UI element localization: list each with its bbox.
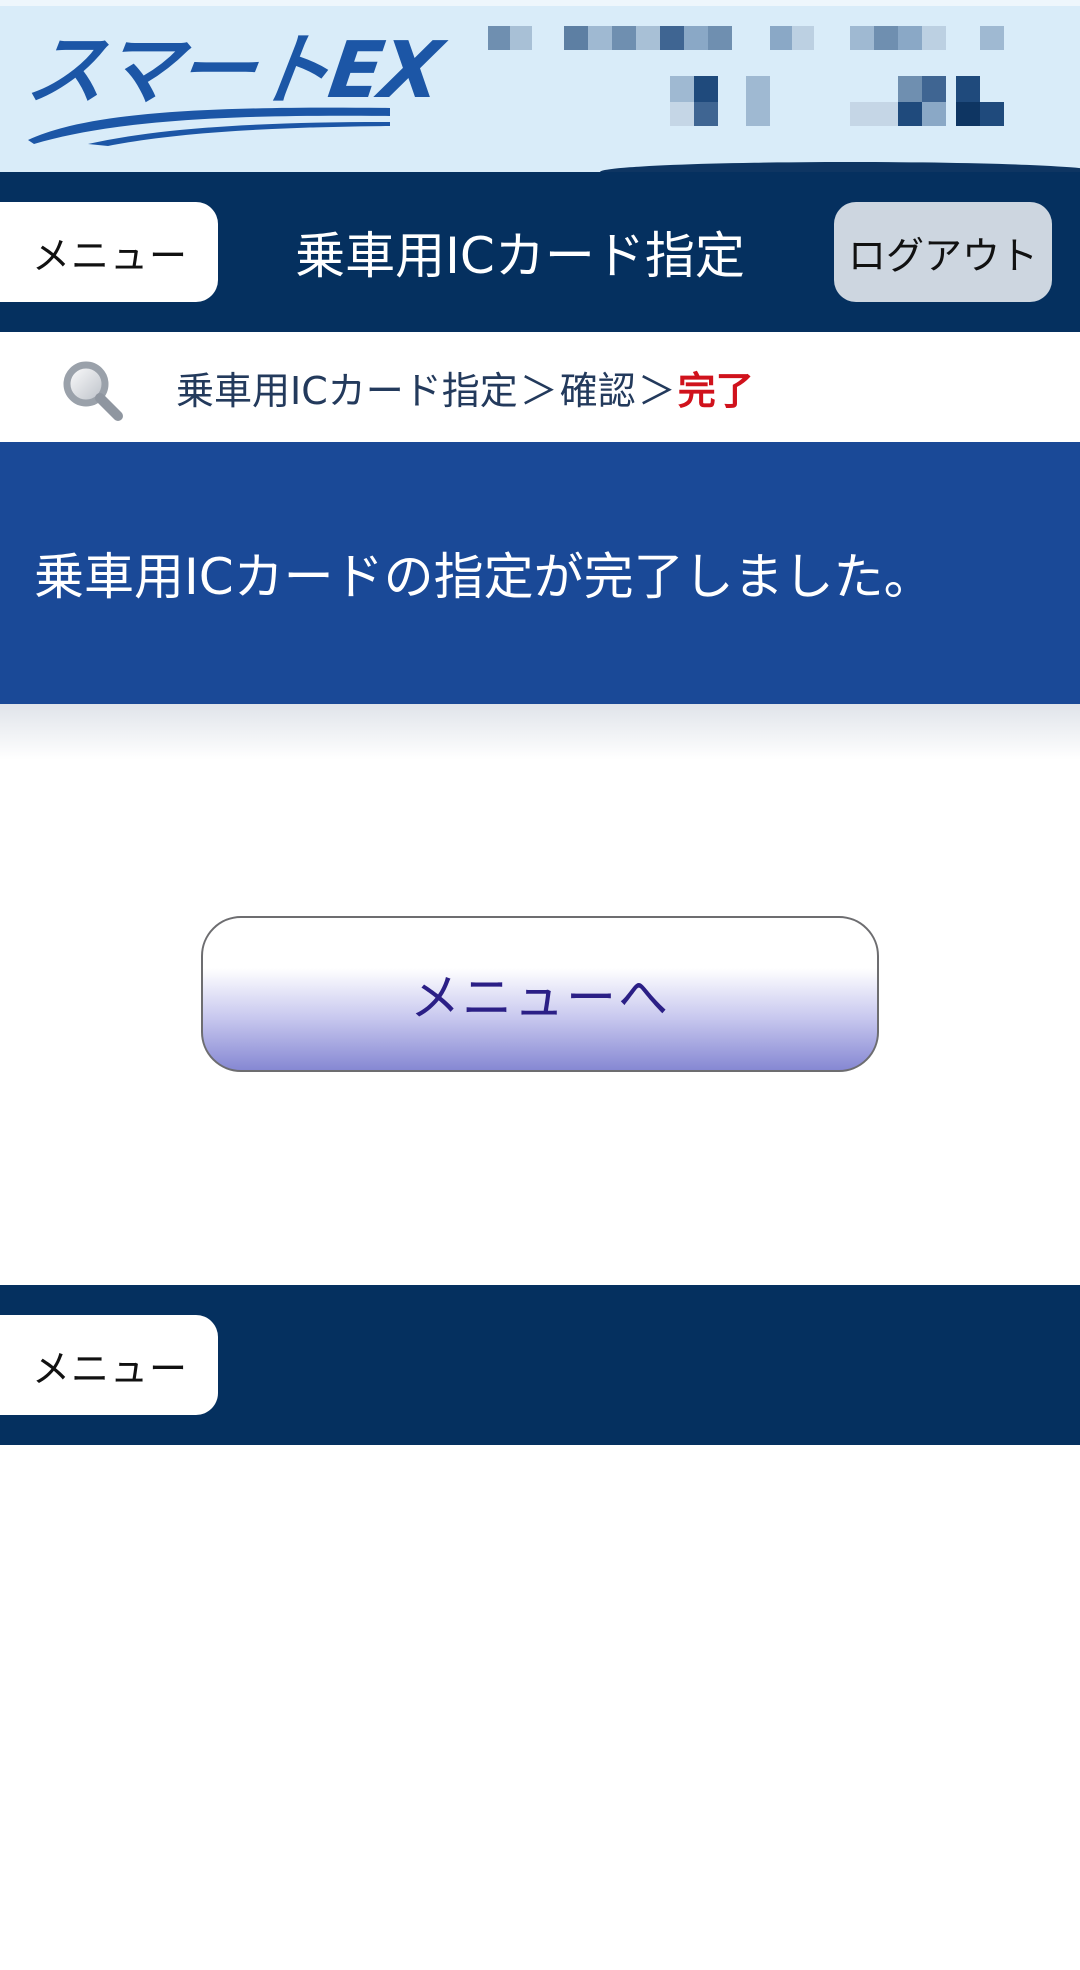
smart-ex-logo: スマートEX bbox=[22, 26, 445, 146]
panel-shadow bbox=[0, 704, 1080, 760]
footer-menu-button[interactable]: メニュー bbox=[0, 1315, 218, 1415]
header-bar: メニュー 乗車用ICカード指定 ログアウト bbox=[0, 172, 1080, 332]
pixelated-account-info bbox=[480, 20, 1020, 132]
completion-message-panel: 乗車用ICカードの指定が完了しました。 bbox=[0, 442, 1080, 704]
breadcrumb: 乗車用ICカード指定 ＞ 確認 ＞ 完了 bbox=[0, 332, 1080, 442]
breadcrumb-separator: ＞ bbox=[519, 368, 558, 413]
completion-message: 乗車用ICカードの指定が完了しました。 bbox=[34, 548, 934, 606]
breadcrumb-step-confirm: 確認 bbox=[559, 368, 636, 413]
breadcrumb-step-complete: 完了 bbox=[677, 368, 754, 413]
banner-swoosh bbox=[600, 162, 1080, 172]
breadcrumb-separator: ＞ bbox=[637, 368, 676, 413]
menu-button[interactable]: メニュー bbox=[0, 202, 218, 302]
breadcrumb-trail: 乗車用ICカード指定 ＞ 確認 ＞ 完了 bbox=[176, 332, 754, 442]
page-title: 乗車用ICカード指定 bbox=[295, 227, 745, 285]
search-icon bbox=[63, 361, 123, 421]
to-menu-button[interactable]: メニューへ bbox=[201, 916, 879, 1072]
logo-swoosh-icon bbox=[28, 107, 390, 146]
logout-button[interactable]: ログアウト bbox=[834, 202, 1052, 302]
banner-top-line bbox=[0, 0, 1080, 6]
top-banner: スマートEX bbox=[0, 0, 1080, 172]
footer-bar: メニュー bbox=[0, 1285, 1080, 1445]
breadcrumb-step-ic-card: 乗車用ICカード指定 bbox=[176, 368, 518, 413]
